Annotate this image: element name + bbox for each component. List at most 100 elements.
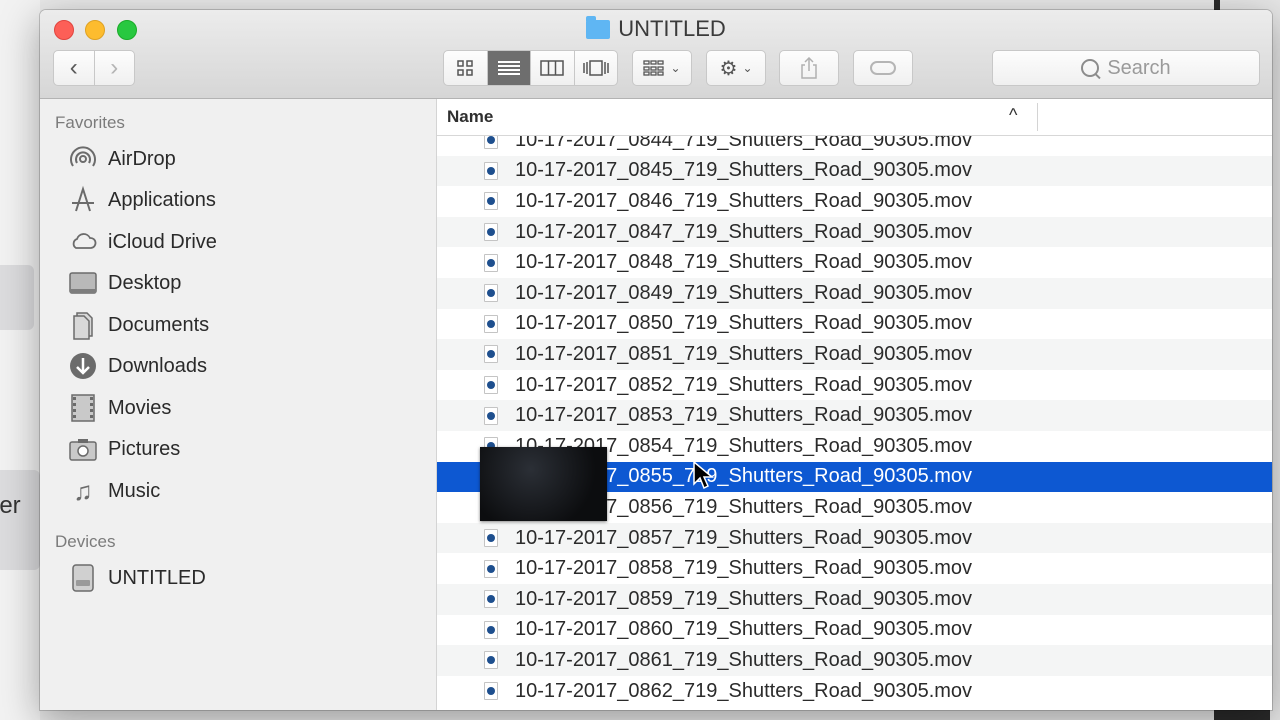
window-title: UNTITLED bbox=[40, 16, 1272, 42]
quicktime-file-icon bbox=[484, 590, 498, 609]
table-row[interactable]: 10-17-2017_0860_719_Shutters_Road_90305.… bbox=[437, 615, 1272, 646]
table-row[interactable]: 10-17-2017_0858_719_Shutters_Road_90305.… bbox=[437, 553, 1272, 584]
file-name: 10-17-2017_0861_719_Shutters_Road_90305.… bbox=[515, 648, 973, 671]
sidebar-item-desktop[interactable]: Desktop bbox=[68, 264, 181, 302]
sidebar-item-applications[interactable]: Applications bbox=[68, 181, 216, 219]
file-name: 10-17-2017_0849_719_Shutters_Road_90305.… bbox=[515, 281, 973, 304]
sidebar-item-downloads[interactable]: Downloads bbox=[68, 347, 207, 385]
share-button[interactable] bbox=[779, 50, 839, 86]
video-thumbnail bbox=[480, 447, 607, 521]
drive-icon bbox=[68, 563, 98, 593]
file-name: 10-17-2017_0853_719_Shutters_Road_90305.… bbox=[515, 404, 973, 427]
list-view-button[interactable] bbox=[486, 51, 530, 85]
file-name: 10-17-2017_0862_719_Shutters_Road_90305.… bbox=[515, 679, 973, 702]
sidebar: Favorites AirDrop Applications iCloud Dr… bbox=[40, 99, 437, 710]
quicktime-file-icon bbox=[484, 314, 498, 333]
table-row[interactable]: 10-17-2017_0862_719_Shutters_Road_90305.… bbox=[437, 676, 1272, 707]
finder-window: UNTITLED ‹ › ⌄ ⚙ ⌄ Search Favorites AirD… bbox=[40, 10, 1272, 710]
arrange-button[interactable]: ⌄ bbox=[632, 50, 692, 86]
file-name: 10-17-2017_0860_719_Shutters_Road_90305.… bbox=[515, 618, 973, 641]
file-name: 10-17-2017_0845_719_Shutters_Road_90305.… bbox=[515, 159, 973, 182]
table-row[interactable]: 10-17-2017_0851_719_Shutters_Road_90305.… bbox=[437, 339, 1272, 370]
quicktime-file-icon bbox=[484, 406, 498, 425]
quicktime-file-icon bbox=[484, 559, 498, 578]
sidebar-item-movies[interactable]: Movies bbox=[68, 389, 171, 427]
sidebar-item-icloud-drive[interactable]: iCloud Drive bbox=[68, 223, 217, 261]
documents-icon bbox=[68, 310, 98, 340]
column-view-button[interactable] bbox=[530, 51, 574, 85]
arrange-icon bbox=[643, 60, 665, 76]
quicktime-file-icon bbox=[484, 529, 498, 548]
search-placeholder: Search bbox=[1107, 56, 1171, 79]
background-text: ler bbox=[0, 492, 21, 519]
table-row[interactable]: 10-17-2017_0850_719_Shutters_Road_90305.… bbox=[437, 309, 1272, 340]
movies-icon bbox=[68, 393, 98, 423]
folder-icon bbox=[586, 16, 611, 39]
cover-flow-view-button[interactable] bbox=[573, 51, 618, 85]
search-field[interactable]: Search bbox=[992, 50, 1260, 86]
quicktime-file-icon bbox=[484, 192, 498, 211]
background-fragment-text: ler bbox=[0, 470, 40, 570]
sidebar-item-label: UNTITLED bbox=[108, 566, 206, 589]
cover-flow-icon bbox=[583, 60, 609, 76]
table-row[interactable]: 10-17-2017_0852_719_Shutters_Road_90305.… bbox=[437, 370, 1272, 401]
share-icon bbox=[801, 57, 817, 79]
quicktime-file-icon bbox=[484, 345, 498, 364]
table-row[interactable]: 10-17-2017_0857_719_Shutters_Road_90305.… bbox=[437, 522, 1272, 554]
desktop-icon bbox=[68, 268, 98, 298]
file-name: 10-17-2017_0859_719_Shutters_Road_90305.… bbox=[515, 587, 973, 610]
sidebar-item-label: Movies bbox=[108, 396, 172, 419]
sidebar-item-airdrop[interactable]: AirDrop bbox=[68, 140, 176, 178]
background-window: ler bbox=[0, 0, 40, 720]
quicktime-file-icon bbox=[484, 651, 498, 670]
sidebar-item-label: Downloads bbox=[108, 354, 207, 377]
table-row[interactable]: 10-17-2017_0847_719_Shutters_Road_90305.… bbox=[437, 216, 1272, 248]
tag-button[interactable] bbox=[853, 50, 913, 86]
forward-button[interactable]: › bbox=[93, 51, 135, 85]
sidebar-item-label: AirDrop bbox=[108, 147, 176, 170]
file-list: Name ^ 10-17-2017_0844_719_Shutters_Road… bbox=[437, 99, 1272, 710]
file-name: 10-17-2017_0857_719_Shutters_Road_90305.… bbox=[515, 526, 973, 549]
table-row[interactable]: 10-17-2017_0853_719_Shutters_Road_90305.… bbox=[437, 400, 1272, 431]
sidebar-item-documents[interactable]: Documents bbox=[68, 306, 209, 344]
sidebar-item-label: Pictures bbox=[108, 437, 181, 460]
file-name: 10-17-2017_0850_719_Shutters_Road_90305.… bbox=[515, 312, 973, 335]
icon-view-button[interactable] bbox=[444, 51, 487, 85]
table-row[interactable]: 10-17-2017_0849_719_Shutters_Road_90305.… bbox=[437, 278, 1272, 309]
chevron-down-icon: ⌄ bbox=[742, 61, 753, 75]
file-name: 10-17-2017_0851_719_Shutters_Road_90305.… bbox=[515, 342, 973, 365]
table-row[interactable]: 10-17-2017_0861_719_Shutters_Road_90305.… bbox=[437, 645, 1272, 676]
file-name: 10-17-2017_0847_719_Shutters_Road_90305.… bbox=[515, 220, 973, 243]
quicktime-file-icon bbox=[484, 376, 498, 395]
file-name: 10-17-2017_0846_719_Shutters_Road_90305.… bbox=[515, 189, 973, 212]
background-fragment bbox=[0, 265, 34, 330]
airdrop-icon bbox=[68, 144, 98, 174]
file-name: 10-17-2017_0848_719_Shutters_Road_90305.… bbox=[515, 251, 973, 274]
search-icon bbox=[1081, 59, 1100, 77]
devices-heading: Devices bbox=[55, 532, 116, 551]
tag-icon bbox=[870, 61, 896, 75]
column-divider[interactable] bbox=[1037, 103, 1038, 131]
action-button[interactable]: ⚙ ⌄ bbox=[706, 50, 766, 86]
column-header[interactable]: Name ^ bbox=[437, 99, 1272, 136]
cloud-icon bbox=[68, 227, 98, 257]
mouse-cursor-icon bbox=[693, 460, 714, 490]
sidebar-item-label: Music bbox=[108, 479, 161, 502]
chevron-down-icon: ⌄ bbox=[670, 61, 681, 75]
table-row[interactable]: 10-17-2017_0846_719_Shutters_Road_90305.… bbox=[437, 186, 1272, 217]
back-button[interactable]: ‹ bbox=[54, 51, 94, 85]
favorites-heading: Favorites bbox=[55, 113, 125, 132]
columns-icon bbox=[540, 60, 564, 76]
name-column-header[interactable]: Name bbox=[447, 107, 493, 127]
sidebar-item-pictures[interactable]: Pictures bbox=[68, 430, 180, 468]
sidebar-item-untitled[interactable]: UNTITLED bbox=[68, 559, 206, 597]
table-row[interactable]: 10-17-2017_0845_719_Shutters_Road_90305.… bbox=[437, 155, 1272, 187]
view-mode-group bbox=[443, 50, 618, 86]
sidebar-item-label: Documents bbox=[108, 313, 210, 336]
sidebar-item-label: Desktop bbox=[108, 271, 182, 294]
table-row[interactable]: 10-17-2017_0848_719_Shutters_Road_90305.… bbox=[437, 247, 1272, 278]
quicktime-file-icon bbox=[484, 253, 498, 272]
sidebar-item-music[interactable]: ♫ Music bbox=[68, 472, 160, 510]
table-row[interactable]: 10-17-2017_0859_719_Shutters_Road_90305.… bbox=[437, 584, 1272, 615]
camera-icon bbox=[68, 434, 98, 464]
